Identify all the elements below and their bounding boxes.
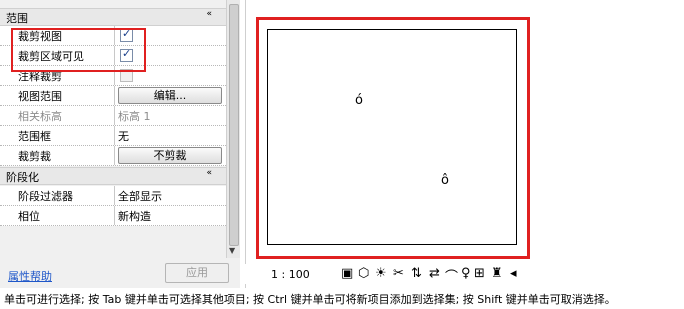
row-phase-filter: 阶段过滤器 全部显示 (0, 186, 226, 206)
detail-level-icon[interactable]: ▣ (341, 266, 353, 281)
unlock-3d-icon[interactable]: ⇄ (429, 266, 440, 281)
properties-scrollbar[interactable]: ▼ (226, 0, 240, 258)
row-value: 标高 1 (118, 110, 151, 123)
section-header-range[interactable]: 范围 « (0, 8, 226, 26)
reveal-elements-icon[interactable]: ♀ (461, 266, 471, 281)
view-scale[interactable]: 1 : 100 (271, 268, 310, 281)
scope-box-value[interactable]: 无 (118, 128, 129, 144)
row-label: 相关标高 (18, 110, 62, 123)
collapse-icon[interactable]: « (206, 9, 212, 19)
row-label: 裁剪裁 (18, 150, 51, 163)
apply-button[interactable]: 应用 (165, 263, 229, 283)
analytical-model-icon[interactable]: ♜ (491, 266, 503, 281)
status-hint: 单击可进行选择; 按 Tab 键并单击可选择其他项目; 按 Ctrl 键并单击可… (4, 291, 684, 307)
row-label: 阶段过滤器 (18, 190, 73, 203)
column-divider (114, 206, 115, 225)
crop-view-icon[interactable]: ✂ (393, 266, 404, 281)
marker-icon[interactable]: ô (441, 173, 449, 188)
no-clip-button[interactable]: 不剪裁 (118, 147, 222, 164)
column-divider (114, 106, 115, 125)
collapse-icon[interactable]: « (206, 168, 212, 178)
worksharing-icon[interactable]: ⊞ (474, 266, 485, 281)
visual-style-icon[interactable]: ⬡ (358, 266, 369, 281)
scroll-left-icon[interactable]: ◂ (510, 266, 517, 281)
row-label: 范围框 (18, 130, 51, 143)
column-divider (114, 186, 115, 205)
row-phase: 相位 新构造 (0, 206, 226, 226)
temporary-hide-icon[interactable]: ⌒ (445, 266, 458, 285)
row-scope-box: 范围框 无 (0, 126, 226, 146)
column-divider (114, 146, 115, 165)
column-divider (114, 126, 115, 145)
view-control-bar: 1 : 100 ▣ ⬡ ☀ ✂ ⇅ ⇄ ⌒ ♀ ⊞ ♜ ◂ (245, 264, 684, 285)
column-divider (114, 86, 115, 105)
section-title: 阶段化 (6, 171, 39, 184)
edit-view-range-button[interactable]: 编辑... (118, 87, 222, 104)
row-label: 相位 (18, 210, 40, 223)
phase-filter-value[interactable]: 全部显示 (118, 188, 162, 204)
row-label: 视图范围 (18, 90, 62, 103)
marker-icon[interactable]: ό (355, 93, 363, 108)
drawing-view[interactable]: ό ô (245, 0, 684, 288)
scroll-thumb[interactable] (229, 4, 239, 246)
section-title: 范围 (6, 12, 28, 25)
row-view-range: 视图范围 编辑... (0, 86, 226, 106)
phase-value[interactable]: 新构造 (118, 208, 151, 224)
sun-path-icon[interactable]: ☀ (375, 266, 387, 281)
section-header-phasing[interactable]: 阶段化 « (0, 167, 226, 185)
row-associated-level: 相关标高 标高 1 (0, 106, 226, 126)
properties-help-link[interactable]: 属性帮助 (8, 268, 52, 284)
crop-region-boundary[interactable] (267, 29, 517, 245)
highlight-box (11, 28, 146, 72)
row-clip: 裁剪裁 不剪裁 (0, 146, 226, 166)
show-crop-icon[interactable]: ⇅ (411, 266, 422, 281)
scroll-down-icon[interactable]: ▼ (229, 246, 235, 255)
